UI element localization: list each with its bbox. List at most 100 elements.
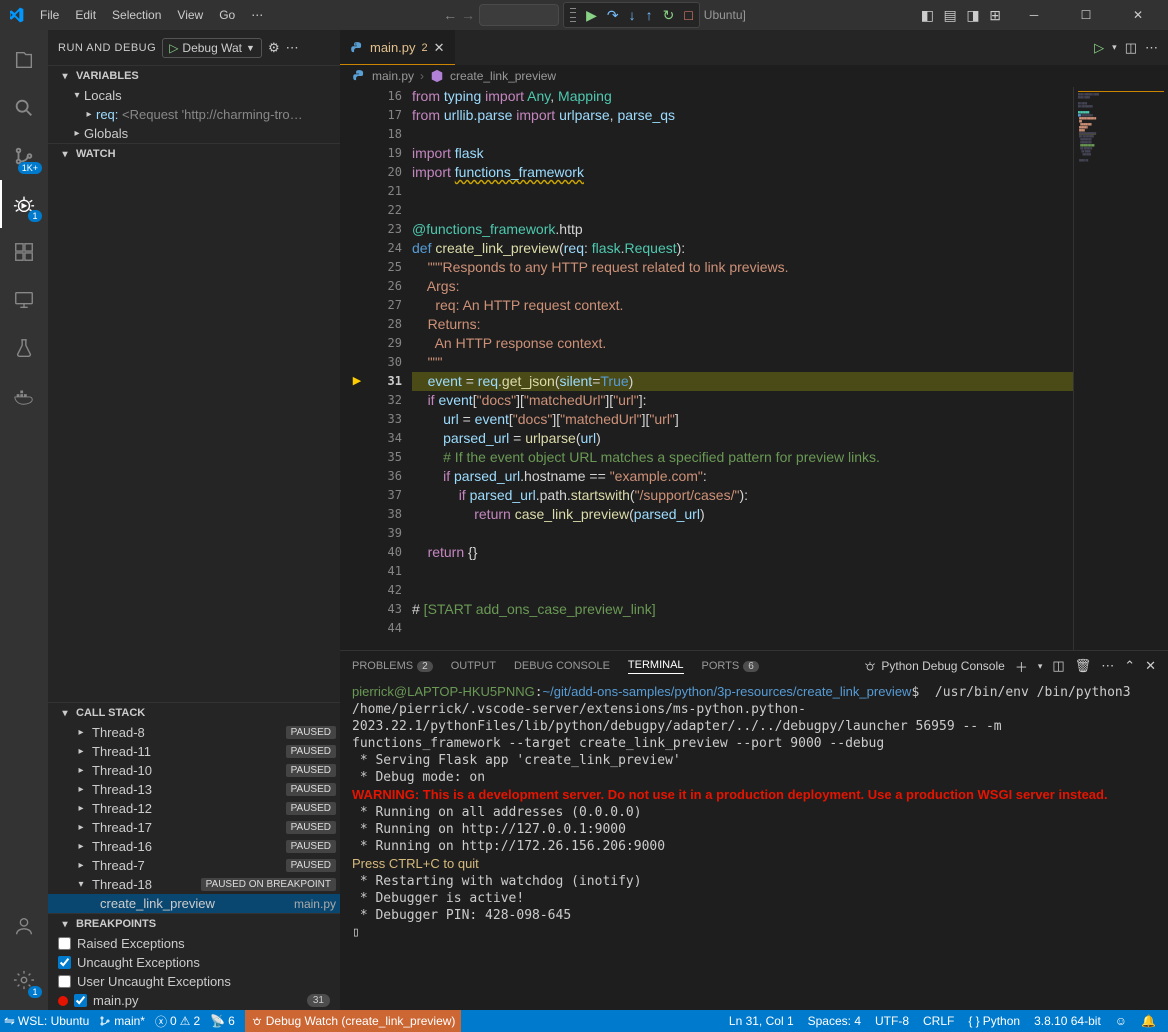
menu-overflow[interactable]: ⋯: [243, 4, 271, 26]
git-branch[interactable]: main*: [99, 1014, 145, 1028]
split-editor-icon[interactable]: ◫: [1125, 40, 1137, 56]
bp-file[interactable]: main.py31: [48, 991, 340, 1010]
menu-edit[interactable]: Edit: [67, 4, 104, 26]
notifications-icon[interactable]: 🔔: [1141, 1014, 1156, 1028]
toggle-panel-bottom-icon[interactable]: ▤: [944, 7, 957, 23]
bp-raised[interactable]: Raised Exceptions: [48, 934, 340, 953]
problems-status[interactable]: ⓧ0⚠2: [155, 1013, 200, 1030]
indentation[interactable]: Spaces: 4: [808, 1014, 861, 1028]
toggle-panel-right-icon[interactable]: ◨: [966, 7, 979, 23]
drag-grip-icon[interactable]: [570, 6, 576, 24]
python-icon: [352, 69, 366, 83]
gear-icon[interactable]: ⚙: [268, 40, 280, 56]
debug-status[interactable]: Debug Watch (create_link_preview): [245, 1010, 462, 1032]
minimap[interactable]: ████ ██████ ████████ ██████ ██████ █████…: [1073, 87, 1168, 650]
stack-frame[interactable]: create_link_previewmain.py: [48, 894, 340, 913]
thread-row[interactable]: ▸Thread-10PAUSED: [48, 761, 340, 780]
source-control-icon[interactable]: 1K+: [0, 132, 48, 180]
thread-row[interactable]: ▸Thread-13PAUSED: [48, 780, 340, 799]
python-version[interactable]: 3.8.10 64-bit: [1034, 1014, 1101, 1028]
nav-forward-icon[interactable]: →: [461, 7, 475, 23]
thread-row[interactable]: ▸Thread-17PAUSED: [48, 818, 340, 837]
continue-icon[interactable]: ▶: [586, 7, 597, 24]
testing-icon[interactable]: [0, 324, 48, 372]
settings-icon[interactable]: 1: [0, 956, 48, 1004]
thread-row[interactable]: ▸Thread-16PAUSED: [48, 837, 340, 856]
variables-header[interactable]: ▾VARIABLES: [48, 66, 340, 86]
terminal-selector[interactable]: Python Debug Console: [863, 659, 1004, 673]
search-icon[interactable]: [0, 84, 48, 132]
debug-toolbar: ▶ ↷ ↓ ↑ ↻ □: [563, 2, 700, 28]
variable-req[interactable]: ▸req: <Request 'http://charming-tro…: [48, 105, 340, 124]
terminal-more-icon[interactable]: ⋯: [1101, 658, 1114, 674]
bp-uncaught[interactable]: Uncaught Exceptions: [48, 953, 340, 972]
thread-row[interactable]: ▸Thread-8PAUSED: [48, 723, 340, 742]
debug-icon[interactable]: 1: [0, 180, 48, 228]
docker-icon[interactable]: [0, 372, 48, 420]
terminal-output[interactable]: pierrick@LAPTOP-HKU5PNNG:~/git/add-ons-s…: [340, 681, 1168, 1010]
menu-selection[interactable]: Selection: [104, 4, 169, 26]
maximize-button[interactable]: ☐: [1064, 0, 1108, 30]
menu-go[interactable]: Go: [211, 4, 243, 26]
menu-view[interactable]: View: [169, 4, 211, 26]
encoding[interactable]: UTF-8: [875, 1014, 909, 1028]
callstack-header[interactable]: ▾CALL STACK: [48, 703, 340, 723]
close-panel-icon[interactable]: ✕: [1145, 658, 1156, 674]
code-editor[interactable]: from typing import Any, Mappingfrom urll…: [412, 87, 1073, 650]
watch-header[interactable]: ▾WATCH: [48, 144, 340, 164]
gutter[interactable]: ▶: [340, 87, 374, 650]
toggle-panel-left-icon[interactable]: ◧: [921, 7, 934, 23]
more-actions-icon[interactable]: ⋯: [1145, 40, 1158, 56]
thread-row[interactable]: ▸Thread-12PAUSED: [48, 799, 340, 818]
thread-row[interactable]: ▾Thread-18PAUSED ON BREAKPOINT: [48, 875, 340, 894]
feedback-icon[interactable]: ☺: [1115, 1014, 1127, 1028]
thread-row[interactable]: ▸Thread-11PAUSED: [48, 742, 340, 761]
thread-row[interactable]: ▸Thread-7PAUSED: [48, 856, 340, 875]
maximize-panel-icon[interactable]: ⌃: [1124, 658, 1135, 674]
step-over-icon[interactable]: ↷: [607, 7, 619, 24]
remote-indicator[interactable]: ⇋WSL: Ubuntu: [4, 1013, 89, 1029]
split-terminal-icon[interactable]: ◫: [1052, 658, 1064, 674]
restart-icon[interactable]: ↻: [663, 7, 675, 24]
kill-terminal-icon[interactable]: 🗑: [1075, 658, 1092, 674]
debug-config-selector[interactable]: ▷ Debug Wat ▼: [162, 38, 262, 58]
explorer-icon[interactable]: [0, 36, 48, 84]
accounts-icon[interactable]: [0, 902, 48, 950]
language-mode[interactable]: { } Python: [968, 1014, 1020, 1028]
play-icon: ▷: [169, 41, 178, 55]
breakpoints-header[interactable]: ▾BREAKPOINTS: [48, 914, 340, 934]
tab-output[interactable]: OUTPUT: [451, 660, 496, 672]
menu-file[interactable]: File: [32, 4, 67, 26]
minimize-button[interactable]: ─: [1012, 0, 1056, 30]
bp-user-uncaught[interactable]: User Uncaught Exceptions: [48, 972, 340, 991]
breadcrumb[interactable]: main.py › create_link_preview: [340, 65, 1168, 87]
bug-icon: [863, 659, 877, 673]
variables-locals[interactable]: ▾Locals: [48, 86, 340, 105]
run-icon[interactable]: ▷: [1094, 40, 1104, 56]
statusbar: ⇋WSL: Ubuntu main* ⓧ0⚠2 📡6 Debug Watch (…: [0, 1010, 1168, 1032]
breakpoint-dot-icon: [58, 996, 68, 1006]
stop-icon[interactable]: □: [684, 7, 692, 23]
extensions-icon[interactable]: [0, 228, 48, 276]
close-button[interactable]: ✕: [1116, 0, 1160, 30]
cursor-position[interactable]: Ln 31, Col 1: [729, 1014, 794, 1028]
editor-tabs: main.py 2 ✕ ▷▾ ◫ ⋯: [340, 30, 1168, 65]
sidebar-title: RUN AND DEBUG: [58, 42, 156, 54]
tab-debug-console[interactable]: DEBUG CONSOLE: [514, 660, 610, 672]
more-icon[interactable]: ⋯: [286, 40, 299, 56]
remote-explorer-icon[interactable]: [0, 276, 48, 324]
customize-layout-icon[interactable]: ⊞: [989, 7, 1001, 23]
tab-terminal[interactable]: TERMINAL: [628, 659, 684, 674]
variables-globals[interactable]: ▸Globals: [48, 124, 340, 143]
ports-status[interactable]: 📡6: [210, 1014, 235, 1028]
command-center[interactable]: [479, 4, 559, 26]
step-into-icon[interactable]: ↓: [629, 7, 636, 23]
step-out-icon[interactable]: ↑: [646, 7, 653, 23]
tab-problems[interactable]: PROBLEMS2: [352, 660, 433, 672]
new-terminal-icon[interactable]: ＋: [1015, 657, 1028, 676]
eol[interactable]: CRLF: [923, 1014, 954, 1028]
nav-back-icon[interactable]: ←: [443, 7, 457, 23]
tab-ports[interactable]: PORTS6: [702, 660, 759, 672]
close-tab-icon[interactable]: ✕: [434, 40, 445, 56]
tab-main-py[interactable]: main.py 2 ✕: [340, 30, 456, 65]
